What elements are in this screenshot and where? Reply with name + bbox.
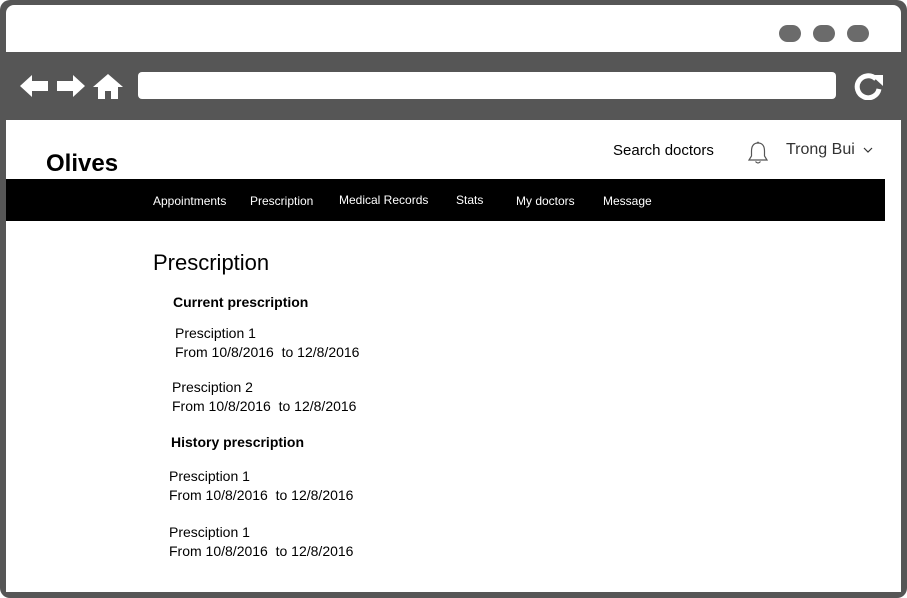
window-control-maximize[interactable]: [813, 25, 835, 42]
reload-icon[interactable]: [852, 72, 884, 100]
brand-logo[interactable]: Olives: [46, 150, 118, 178]
prescription-dates: From 10/8/2016 to 12/8/2016: [169, 487, 354, 503]
prescription-dates: From 10/8/2016 to 12/8/2016: [175, 344, 360, 360]
prescription-dates: From 10/8/2016 to 12/8/2016: [172, 398, 357, 414]
nav-medical-records[interactable]: Medical Records: [339, 193, 428, 207]
home-icon[interactable]: [92, 72, 124, 100]
prescription-dates: From 10/8/2016 to 12/8/2016: [169, 543, 354, 559]
nav-appointments[interactable]: Appointments: [153, 194, 226, 208]
prescription-name: Presciption 2: [172, 379, 253, 395]
main-navbar: Appointments Prescription Medical Record…: [6, 179, 885, 221]
prescription-item[interactable]: Presciption 1 From 10/8/2016 to 12/8/201…: [175, 324, 359, 362]
nav-stats[interactable]: Stats: [456, 193, 483, 207]
current-prescription-heading: Current prescription: [173, 294, 309, 310]
nav-message[interactable]: Message: [603, 194, 652, 208]
browser-window: Olives Search doctors Trong Bui Appointm…: [0, 0, 907, 598]
window-control-minimize[interactable]: [779, 25, 801, 42]
browser-toolbar: [0, 52, 907, 118]
search-doctors-link[interactable]: Search doctors: [613, 142, 714, 159]
user-name: Trong Bui: [786, 141, 855, 158]
prescription-name: Presciption 1: [169, 468, 250, 484]
prescription-name: Presciption 1: [175, 325, 256, 341]
nav-my-doctors[interactable]: My doctors: [516, 194, 575, 208]
bell-icon[interactable]: [747, 141, 769, 165]
forward-arrow-icon[interactable]: [55, 72, 87, 100]
title-bar: [6, 5, 901, 52]
prescription-item[interactable]: Presciption 1 From 10/8/2016 to 12/8/201…: [169, 523, 353, 561]
nav-prescription[interactable]: Prescription: [250, 194, 313, 208]
prescription-name: Presciption 1: [169, 524, 250, 540]
address-bar[interactable]: [138, 72, 836, 99]
window-control-close[interactable]: [847, 25, 869, 42]
chevron-down-icon: [863, 147, 873, 153]
user-menu[interactable]: Trong Bui: [786, 141, 873, 159]
history-prescription-heading: History prescription: [171, 434, 305, 450]
prescription-item[interactable]: Presciption 1 From 10/8/2016 to 12/8/201…: [169, 467, 353, 505]
prescription-item[interactable]: Presciption 2 From 10/8/2016 to 12/8/201…: [172, 378, 356, 416]
back-arrow-icon[interactable]: [18, 72, 50, 100]
page-title: Prescription: [153, 250, 270, 275]
web-page: Olives Search doctors Trong Bui Appointm…: [6, 120, 901, 592]
